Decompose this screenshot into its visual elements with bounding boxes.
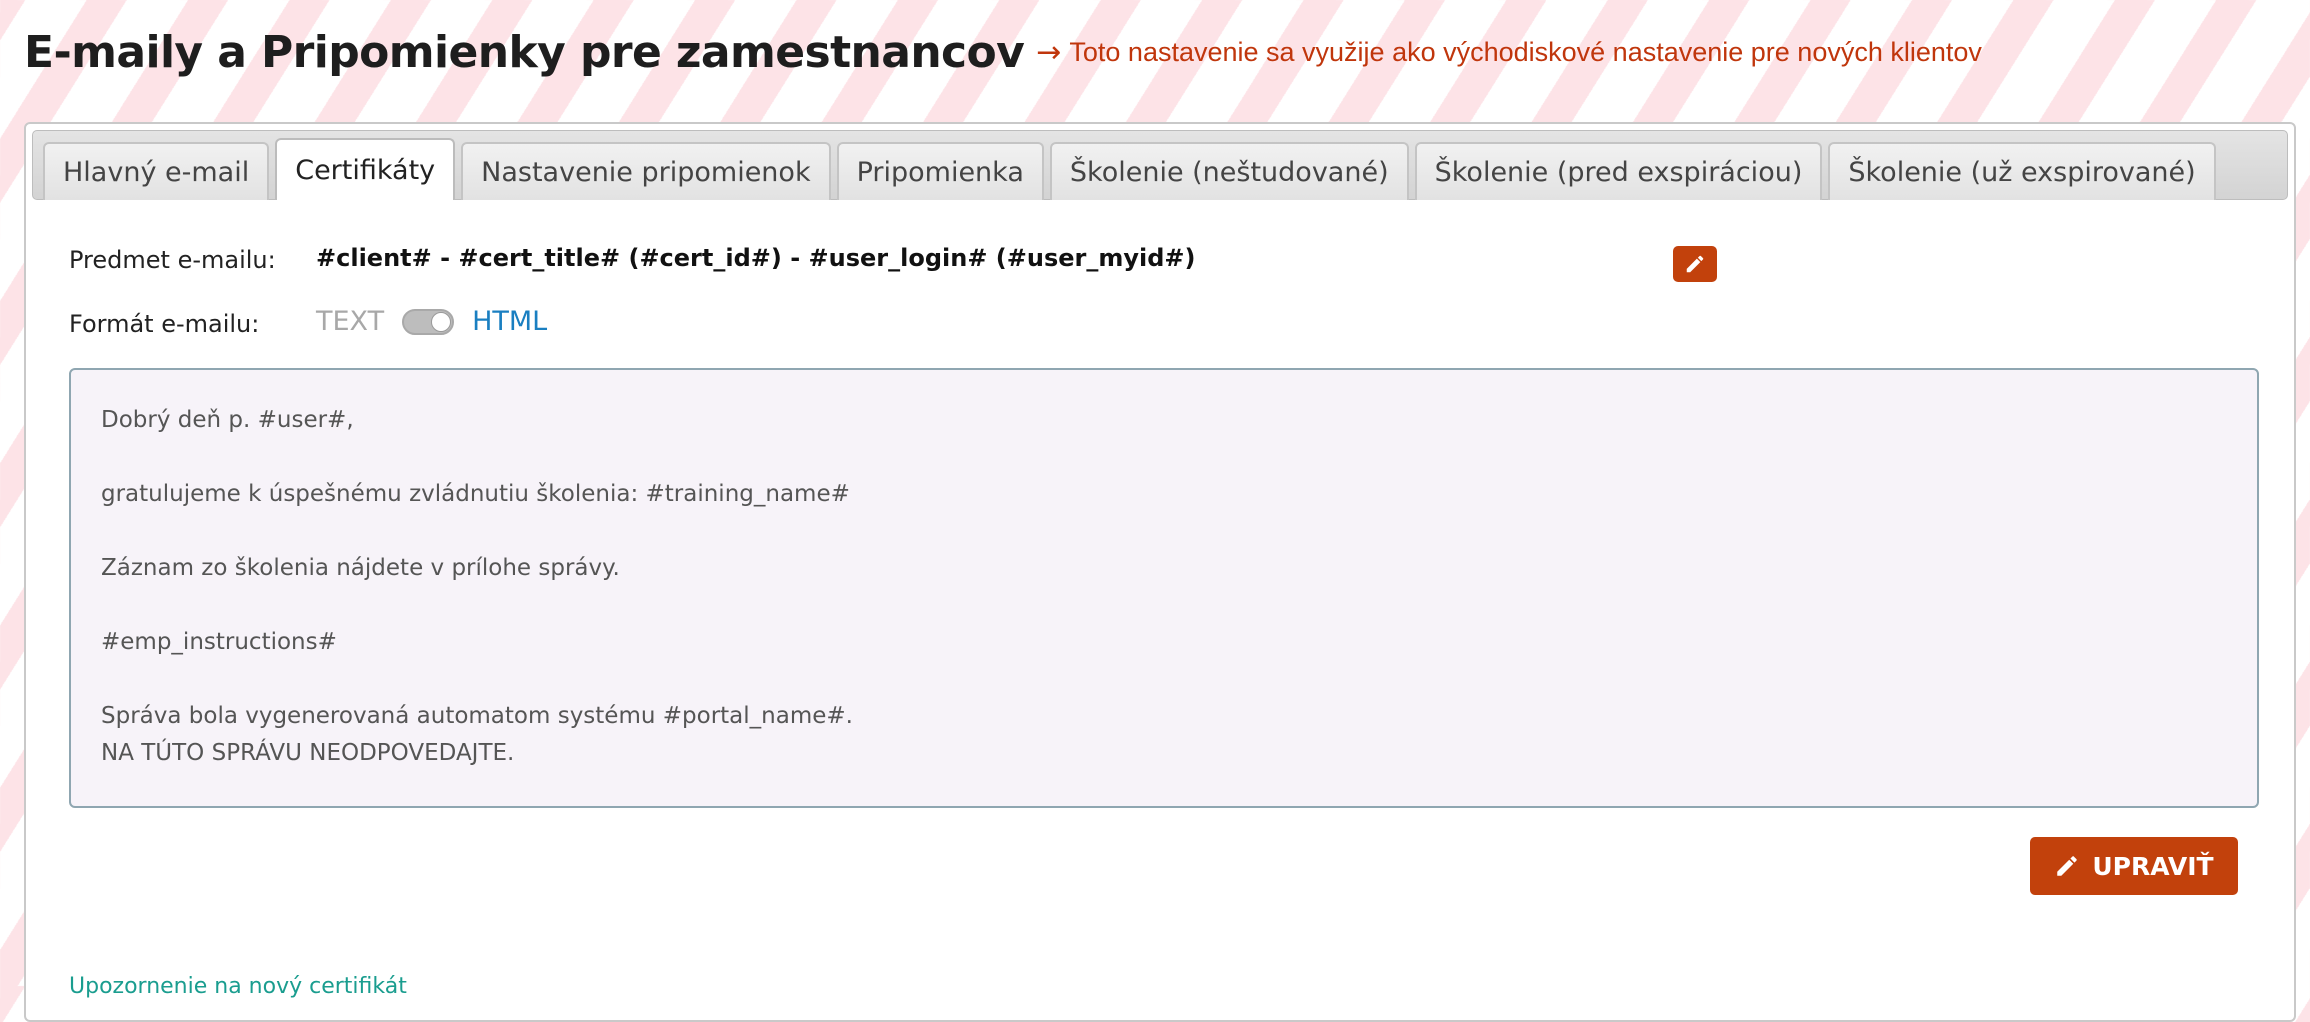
arrow-icon: → [1036, 34, 1062, 70]
format-label: Formát e-mailu: [69, 310, 260, 338]
tab-skolenie-nestudovane[interactable]: Školenie (neštudované) [1049, 142, 1409, 200]
tab-skolenie-uz-exspirovane[interactable]: Školenie (už exspirované) [1828, 142, 2216, 200]
body-noreply: NA TÚTO SPRÁVU NEODPOVEDAJTE. [101, 740, 515, 766]
page-subtitle: Toto nastavenie sa využije ako východisk… [1069, 36, 1982, 67]
subject-value: #client# - #cert_title# (#cert_id#) - #u… [316, 244, 1196, 272]
tab-bar: Hlavný e-mail Certifikáty Nastavenie pri… [32, 130, 2288, 200]
pencil-icon [1686, 255, 1704, 273]
edit-email-button[interactable]: UPRAVIŤ [2030, 837, 2238, 895]
page-title: E-maily a Pripomienky pre zamestnancov [24, 26, 1025, 78]
edit-subject-button[interactable] [1673, 246, 1717, 282]
tab-skolenie-pred-exspiraciou[interactable]: Školenie (pred exspiráciou) [1414, 142, 1823, 200]
format-option-text[interactable]: TEXT [316, 306, 384, 337]
body-attachment: Záznam zo školenia nájdete v prílohe spr… [101, 555, 620, 581]
body-instructions: #emp_instructions# [101, 629, 337, 655]
pencil-icon [2057, 856, 2078, 876]
body-generated: Správa bola vygenerovaná automatom systé… [101, 703, 853, 729]
format-toggle[interactable] [402, 308, 455, 335]
format-option-html[interactable]: HTML [472, 306, 547, 337]
email-body-preview: Dobrý deň p. #user#, gratulujeme k úspeš… [69, 368, 2259, 808]
body-congrats: gratulujeme k úspešnému zvládnutiu škole… [101, 481, 850, 507]
subject-label: Predmet e-mailu: [69, 246, 276, 274]
tab-nastavenie-pripomienok[interactable]: Nastavenie pripomienok [461, 142, 831, 200]
edit-email-label: UPRAVIŤ [2092, 851, 2214, 881]
body-greeting: Dobrý deň p. #user#, [101, 407, 354, 433]
tab-certifikaty[interactable]: Certifikáty [275, 138, 456, 200]
tab-hlavny-email[interactable]: Hlavný e-mail [43, 142, 270, 200]
tab-list: Hlavný e-mail Certifikáty Nastavenie pri… [43, 138, 2216, 200]
settings-panel: Hlavný e-mail Certifikáty Nastavenie pri… [24, 122, 2296, 1022]
new-certificate-notice-link[interactable]: Upozornenie na nový certifikát [69, 974, 407, 999]
page-header: E-maily a Pripomienky pre zamestnancov →… [24, 22, 1982, 82]
format-switch: TEXT HTML [316, 306, 547, 337]
toggle-knob [431, 311, 452, 332]
tab-pripomienka[interactable]: Pripomienka [836, 142, 1044, 200]
